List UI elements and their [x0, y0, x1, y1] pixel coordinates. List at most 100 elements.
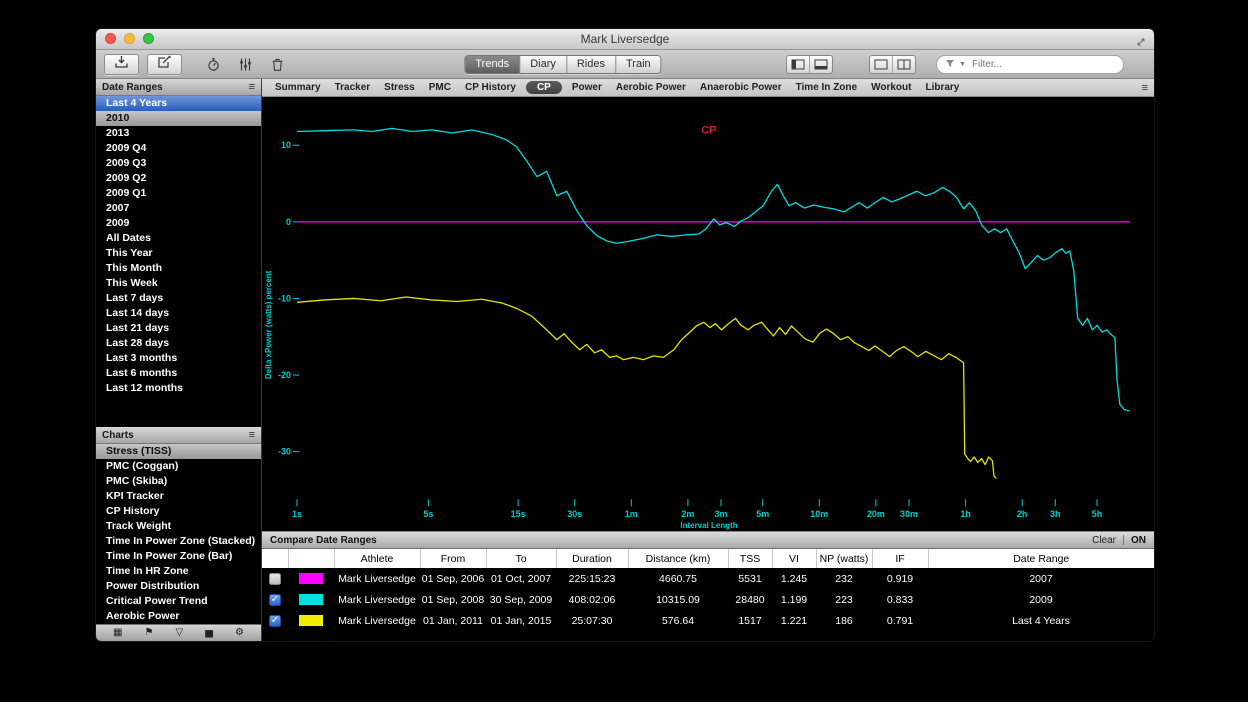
sidebar-spacer [96, 396, 261, 427]
chart-item-cp-history[interactable]: CP History [96, 504, 261, 519]
cell-np: 223 [816, 589, 872, 610]
sidebar-item-last-21-days[interactable]: Last 21 days [96, 321, 261, 336]
toggle-bottom-panel-button[interactable] [809, 56, 832, 73]
filter-field[interactable]: ▼ [936, 55, 1124, 74]
tab-aerobic-power[interactable]: Aerobic Power [609, 79, 693, 96]
sidebar-item-2013[interactable]: 2013 [96, 126, 261, 141]
sidebar-item-this-year[interactable]: This Year [96, 246, 261, 261]
cp-chart-area[interactable]: CPInterval LengthDelta xPower (watts) pe… [262, 97, 1154, 531]
chart-item-power-distribution[interactable]: Power Distribution [96, 579, 261, 594]
cell-duration: 408:02:06 [556, 589, 628, 610]
download-button[interactable] [104, 54, 139, 75]
compare-clear-button[interactable]: Clear [1092, 535, 1116, 546]
sidebar-item-2010[interactable]: 2010 [96, 111, 261, 126]
svg-text:-10: -10 [278, 293, 291, 303]
sidebar-item-2009-q3[interactable]: 2009 Q3 [96, 156, 261, 171]
intervals-mixer-icon[interactable] [232, 54, 258, 74]
sidebar-item-2009[interactable]: 2009 [96, 216, 261, 231]
close-window-button[interactable] [105, 33, 116, 44]
minimize-window-button[interactable] [124, 33, 135, 44]
sidebar-item-this-week[interactable]: This Week [96, 276, 261, 291]
chart-icon[interactable]: ▅ [205, 625, 213, 641]
chart-item-track-weight[interactable]: Track Weight [96, 519, 261, 534]
col-duration: Duration [556, 549, 628, 568]
compare-on-toggle[interactable]: ON [1131, 535, 1146, 546]
compare-checkbox[interactable]: ✓ [269, 594, 281, 606]
col-date-range: Date Range [928, 549, 1154, 568]
gear-icon[interactable]: ⚙ [235, 625, 244, 641]
chart-item-kpi-tracker[interactable]: KPI Tracker [96, 489, 261, 504]
sidebar-item-last-28-days[interactable]: Last 28 days [96, 336, 261, 351]
stopwatch-icon[interactable] [200, 54, 226, 74]
tab-summary[interactable]: Summary [268, 79, 328, 96]
cell-checkbox: ✓ [262, 589, 288, 610]
sidebar-item-all-dates[interactable]: All Dates [96, 231, 261, 246]
col-if: IF [872, 549, 928, 568]
tab-stress[interactable]: Stress [377, 79, 422, 96]
svg-text:2m: 2m [681, 509, 694, 519]
tab-library[interactable]: Library [918, 79, 966, 96]
chart-item-pmc-coggan[interactable]: PMC (Coggan) [96, 459, 261, 474]
segment-rides[interactable]: Rides [567, 56, 616, 73]
filter-input[interactable] [970, 58, 1115, 71]
bookmark-icon[interactable]: ⚑ [145, 625, 154, 641]
compare-checkbox[interactable]: ✓ [269, 615, 281, 627]
tab-anaerobic-power[interactable]: Anaerobic Power [693, 79, 789, 96]
toggle-left-sidebar-button[interactable] [787, 56, 809, 73]
table-icon[interactable]: ▦ [113, 625, 122, 641]
chart-item-aerobic-power[interactable]: Aerobic Power [96, 609, 261, 624]
segment-train[interactable]: Train [616, 56, 661, 73]
cell-athlete: Mark Liversedge [334, 589, 420, 610]
chart-item-time-in-power-zone-bar[interactable]: Time In Power Zone (Bar) [96, 549, 261, 564]
sidebar-item-last-3-months[interactable]: Last 3 months [96, 351, 261, 366]
cell-color [288, 589, 334, 610]
menu-icon[interactable]: ≡ [249, 82, 255, 92]
tab-power[interactable]: Power [565, 79, 609, 96]
cell-if: 0.833 [872, 589, 928, 610]
tab-workout[interactable]: Workout [864, 79, 918, 96]
tab-cp-history[interactable]: CP History [458, 79, 523, 96]
trash-icon[interactable] [264, 54, 290, 74]
sidebar-item-last-4-years[interactable]: Last 4 Years [96, 96, 261, 111]
filter-icon[interactable]: ▽ [176, 625, 184, 641]
menu-icon[interactable]: ≡ [249, 430, 255, 440]
segment-trends[interactable]: Trends [465, 56, 520, 73]
sidebar-item-2007[interactable]: 2007 [96, 201, 261, 216]
sidebar-item-last-6-months[interactable]: Last 6 months [96, 366, 261, 381]
col-tss: TSS [728, 549, 772, 568]
sidebar-item-2009-q4[interactable]: 2009 Q4 [96, 141, 261, 156]
menu-icon[interactable]: ≡ [1142, 82, 1148, 94]
table-row[interactable]: ✓Mark Liversedge01 Sep, 200830 Sep, 2009… [262, 589, 1154, 610]
tab-tracker[interactable]: Tracker [328, 79, 378, 96]
single-view-button[interactable] [870, 56, 892, 73]
color-swatch [299, 594, 323, 605]
chart-item-time-in-hr-zone[interactable]: Time In HR Zone [96, 564, 261, 579]
sidebar-item-last-12-months[interactable]: Last 12 months [96, 381, 261, 396]
zoom-window-button[interactable] [143, 33, 154, 44]
compose-button[interactable] [147, 54, 182, 75]
compare-checkbox[interactable] [269, 573, 281, 585]
main-panel: SummaryTrackerStressPMCCP HistoryCPPower… [262, 79, 1154, 641]
sidebar-item-2009-q2[interactable]: 2009 Q2 [96, 171, 261, 186]
chart-item-stress-tiss[interactable]: Stress (TISS) [96, 444, 261, 459]
tab-pmc[interactable]: PMC [422, 79, 458, 96]
window-controls [105, 33, 154, 44]
tab-time-in-zone[interactable]: Time In Zone [789, 79, 865, 96]
compare-header-controls: Clear ON [1092, 535, 1146, 546]
sidebar-item-2009-q1[interactable]: 2009 Q1 [96, 186, 261, 201]
segment-diary[interactable]: Diary [520, 56, 567, 73]
chart-item-time-in-power-zone-stacked[interactable]: Time In Power Zone (Stacked) [96, 534, 261, 549]
col-to: To [486, 549, 556, 568]
chart-item-pmc-skiba[interactable]: PMC (Skiba) [96, 474, 261, 489]
table-row[interactable]: Mark Liversedge01 Sep, 200601 Oct, 20072… [262, 568, 1154, 589]
sidebar-item-this-month[interactable]: This Month [96, 261, 261, 276]
tiled-view-button[interactable] [892, 56, 915, 73]
tab-cp[interactable]: CP [526, 81, 562, 94]
cell-tss: 5531 [728, 568, 772, 589]
sidebar-item-last-14-days[interactable]: Last 14 days [96, 306, 261, 321]
chevron-down-icon: ▼ [959, 61, 966, 68]
chart-item-critical-power-trend[interactable]: Critical Power Trend [96, 594, 261, 609]
table-row[interactable]: ✓Mark Liversedge01 Jan, 201101 Jan, 2015… [262, 610, 1154, 631]
cp-chart[interactable]: CPInterval LengthDelta xPower (watts) pe… [262, 97, 1154, 531]
sidebar-item-last-7-days[interactable]: Last 7 days [96, 291, 261, 306]
